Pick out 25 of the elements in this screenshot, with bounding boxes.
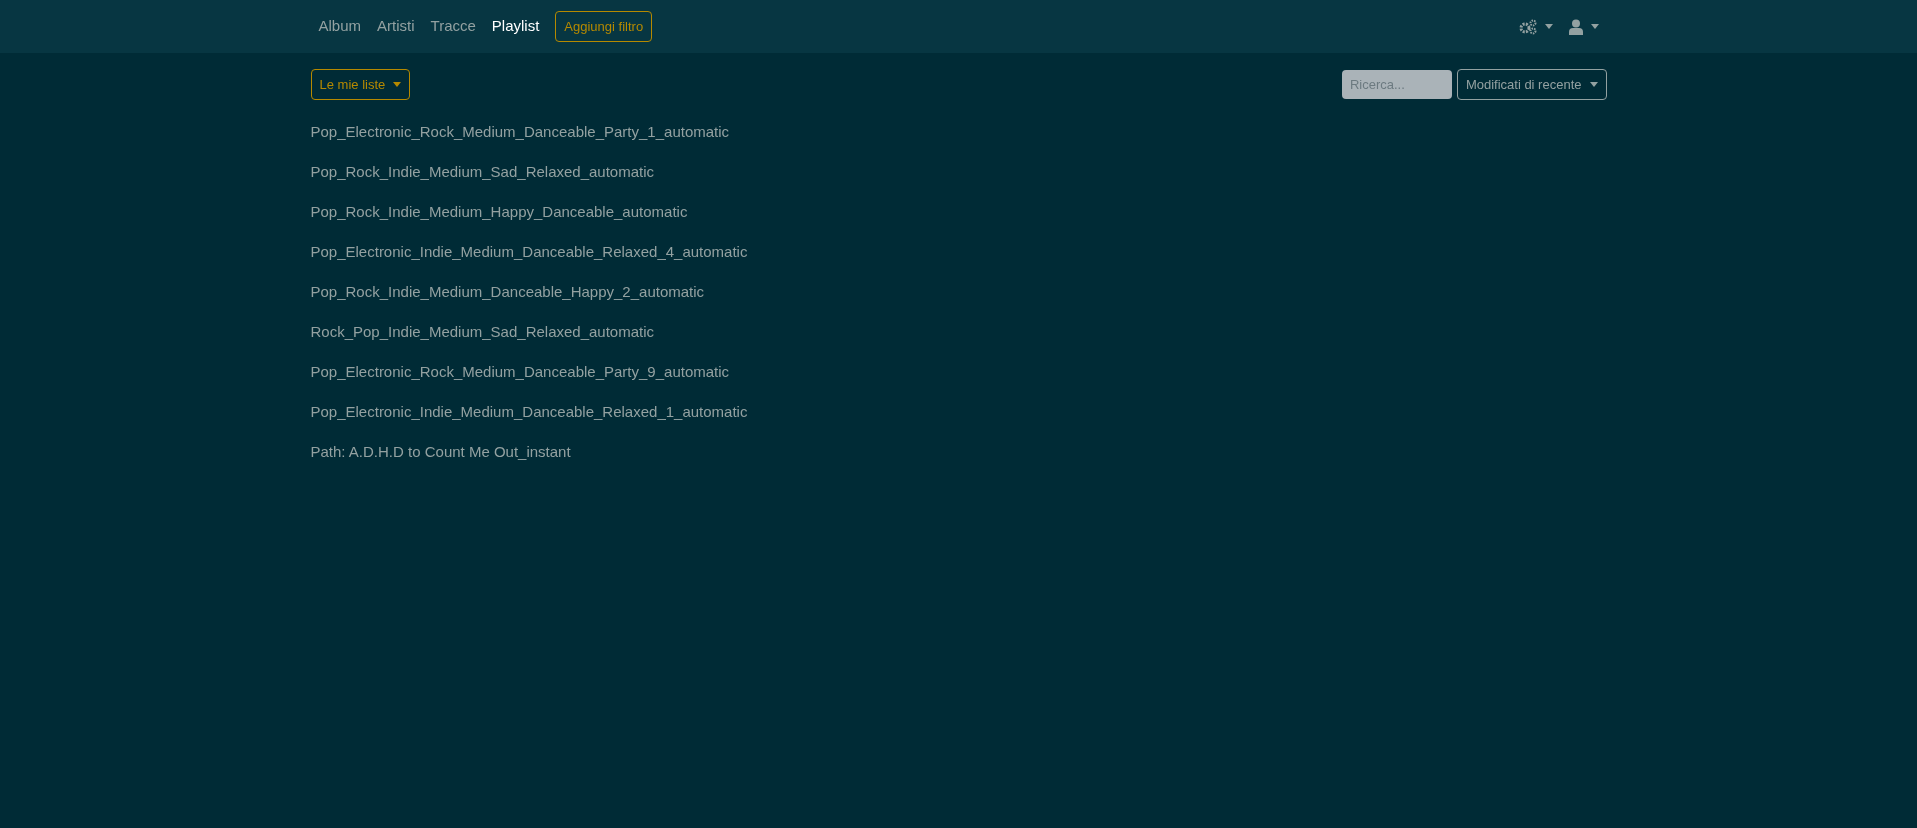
settings-menu-button[interactable] xyxy=(1518,18,1553,35)
playlist-link[interactable]: Rock_Pop_Indie_Medium_Sad_Relaxed_automatic xyxy=(310,312,655,352)
caret-icon xyxy=(1589,82,1598,87)
playlist-link[interactable]: Pop_Rock_Indie_Medium_Sad_Relaxed_automatic xyxy=(310,152,655,192)
playlist-link[interactable]: Path: A.D.H.D to Count Me Out_instant xyxy=(310,432,571,472)
search-field[interactable]: Ricerca... xyxy=(1341,70,1452,99)
playlist-link[interactable]: Pop_Electronic_Indie_Medium_Danceable_Relaxed_4_automatic xyxy=(310,232,748,272)
nav-tab[interactable]: Playlist xyxy=(483,15,548,38)
caret-icon xyxy=(1590,24,1599,29)
sort-dropdown[interactable]: Modificati di recente xyxy=(1456,69,1607,100)
playlist-link[interactable]: Pop_Electronic_Indie_Medium_Danceable_Relaxed_1_automatic xyxy=(310,392,748,432)
caret-icon xyxy=(393,82,402,87)
playlist-link[interactable]: Pop_Electronic_Rock_Medium_Danceable_Party_9_automatic xyxy=(310,352,730,392)
gears-icon xyxy=(1518,18,1537,35)
nav-tab[interactable]: Artisti xyxy=(369,15,423,38)
my-lists-dropdown[interactable]: Le mie liste xyxy=(310,69,411,100)
add-filter-button[interactable]: Aggiungi filtro xyxy=(555,10,653,43)
nav-tab[interactable]: Tracce xyxy=(422,15,484,38)
playlist-link[interactable]: Pop_Rock_Indie_Medium_Happy_Danceable_automatic xyxy=(310,192,688,232)
playlist-link[interactable]: Pop_Rock_Indie_Medium_Danceable_Happy_2_automatic xyxy=(310,272,705,312)
user-icon xyxy=(1568,18,1583,35)
playlist-link[interactable]: Pop_Electronic_Rock_Medium_Danceable_Party_1_automatic xyxy=(310,112,730,152)
user-menu-button[interactable] xyxy=(1568,18,1599,35)
caret-icon xyxy=(1544,24,1553,29)
nav-tab[interactable]: Album xyxy=(310,15,370,38)
